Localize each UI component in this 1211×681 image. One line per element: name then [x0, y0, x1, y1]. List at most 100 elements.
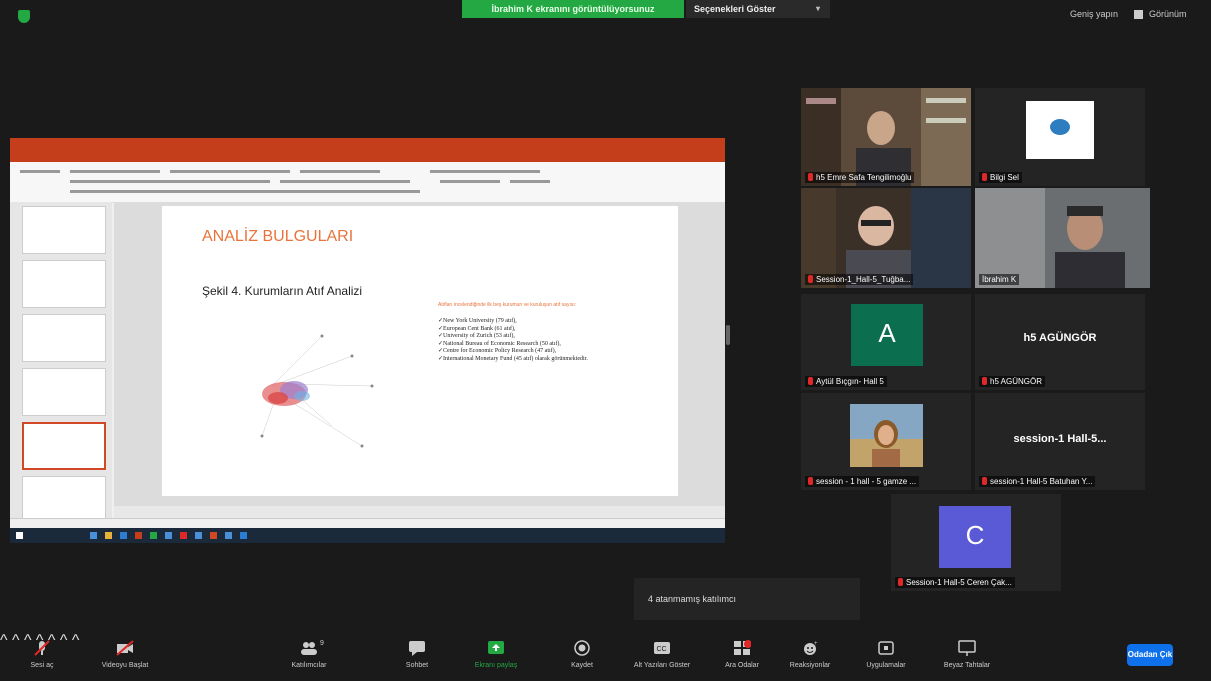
participant-tile[interactable]: h5 AGÜNGÖR h5 AGÜNGÖR	[975, 294, 1145, 390]
slide-bullet-list: New York University (79 atıf), European …	[438, 318, 638, 363]
chat-button[interactable]: Sohbet	[397, 640, 437, 669]
chevron-down-icon: ▾	[815, 4, 820, 13]
taskbar-app-icon	[120, 532, 127, 539]
view-options-label: Seçenekleri Göster	[694, 4, 776, 14]
participant-tile[interactable]: Bilgi Sel	[975, 88, 1145, 186]
windows-taskbar	[10, 528, 725, 543]
closed-captions-icon: CC	[653, 640, 671, 656]
slide-bullet: National Bureau of Economic Research (50…	[438, 341, 638, 349]
record-icon	[573, 640, 591, 656]
captions-label: Alt Yazıları Göster	[633, 662, 691, 669]
unmute-button[interactable]: Sesi aç	[22, 640, 62, 669]
participant-tile[interactable]: h5 Emre Safa Tengilimoğlu	[801, 88, 971, 186]
participants-label: Katılımcılar	[291, 662, 327, 669]
video-off-icon	[116, 640, 134, 656]
participant-name: h5 Emre Safa Tengilimoğlu	[805, 172, 915, 183]
slide-thumbnail[interactable]	[22, 206, 106, 254]
apps-label: Uygulamalar	[866, 662, 906, 669]
splitter-handle[interactable]	[726, 325, 730, 345]
share-screen-label: Ekranı paylaş	[474, 662, 518, 669]
chat-icon	[408, 640, 426, 656]
unassigned-participants-notice[interactable]: 4 atanmamış katılımcı	[634, 578, 860, 620]
chat-label: Sohbet	[405, 662, 429, 669]
taskbar-app-icon	[195, 532, 202, 539]
muted-mic-icon	[808, 173, 813, 181]
participant-tile[interactable]: Session-1_Hall-5_Tuğba...	[801, 188, 971, 288]
slide-thumbnails-panel[interactable]	[10, 202, 112, 524]
taskbar-app-icon	[150, 532, 157, 539]
avatar-letter: A	[878, 318, 896, 348]
participant-tile[interactable]: A Aytül Bıçgın- Hall 5	[801, 294, 971, 390]
participant-display-name: session-1 Hall-5...	[1013, 433, 1107, 445]
whiteboard-button[interactable]: Beyaz Tahtalar	[934, 640, 1000, 669]
apps-button[interactable]: Uygulamalar	[858, 640, 914, 669]
security-shield-icon[interactable]	[18, 10, 30, 23]
reactions-label: Reaksiyonlar	[789, 662, 831, 669]
muted-mic-icon	[33, 640, 51, 656]
participant-name: Bilgi Sel	[979, 172, 1022, 183]
taskbar-app-icon	[105, 532, 112, 539]
bilgi-sel-logo	[1026, 101, 1094, 159]
start-video-label: Videoyu Başlat	[101, 662, 149, 669]
taskbar-app-icon	[225, 532, 232, 539]
muted-mic-icon	[898, 578, 903, 586]
slide-bullet: Centre for Economic Policy Research (47 …	[438, 348, 638, 356]
meeting-toolbar: Sesi aç ^ Videoyu Başlat ^ 9 Katılımcıla…	[0, 632, 1211, 681]
view-mode-button[interactable]: Görünüm	[1149, 9, 1187, 19]
avatar: A	[851, 304, 923, 366]
notes-bar[interactable]	[114, 506, 725, 518]
taskbar-app-icon	[90, 532, 97, 539]
participant-name: Aytül Bıçgın- Hall 5	[805, 376, 887, 387]
whiteboard-options-caret[interactable]: ^	[72, 632, 80, 649]
audio-options-caret[interactable]: ^	[0, 632, 8, 649]
taskbar-app-icon	[165, 532, 172, 539]
participant-video	[975, 188, 1150, 288]
slide-thumbnail[interactable]	[22, 260, 106, 308]
participant-tile[interactable]: session - 1 hall - 5 gamze ...	[801, 393, 971, 490]
powerpoint-titlebar	[10, 138, 725, 152]
taskbar-app-icon	[180, 532, 187, 539]
reactions-icon: +	[801, 640, 819, 656]
slide-thumbnail[interactable]	[22, 476, 106, 524]
participant-name: session-1 Hall-5 Batuhan Y...	[979, 476, 1096, 487]
slide-title: ANALİZ BULGULARI	[202, 228, 354, 245]
taskbar-app-icon	[210, 532, 217, 539]
participant-tile[interactable]: C Session-1 Hall-5 Ceren Çak...	[891, 494, 1061, 591]
muted-mic-icon	[808, 477, 813, 485]
grid-view-icon[interactable]	[1134, 10, 1143, 19]
start-video-button[interactable]: Videoyu Başlat	[90, 640, 160, 669]
view-options-dropdown[interactable]: Seçenekleri Göster ▾	[686, 0, 830, 18]
participants-count: 9	[320, 640, 324, 647]
reactions-button[interactable]: + Reaksiyonlar	[784, 640, 836, 669]
participant-name: İbrahim K	[979, 274, 1020, 285]
citation-network-graph	[260, 334, 374, 448]
participant-name: Session-1_Hall-5_Tuğba...	[805, 274, 914, 285]
exit-fullscreen-button[interactable]: Geniş yapın	[1070, 9, 1118, 19]
whiteboard-icon	[958, 640, 976, 656]
breakout-rooms-icon	[733, 640, 752, 656]
slide-thumbnail[interactable]	[22, 368, 106, 416]
captions-button[interactable]: CC Alt Yazıları Göster	[618, 640, 706, 669]
logo-emblem-icon	[1050, 119, 1070, 135]
participants-button[interactable]: 9 Katılımcılar	[284, 640, 334, 669]
record-button[interactable]: Kaydet	[562, 640, 602, 669]
slide-thumbnail-selected[interactable]	[22, 422, 106, 470]
slide-thumbnail[interactable]	[22, 314, 106, 362]
share-screen-button[interactable]: Ekranı paylaş	[470, 640, 522, 669]
participant-tile[interactable]: session-1 Hall-5... session-1 Hall-5 Bat…	[975, 393, 1145, 490]
participant-video	[801, 188, 971, 288]
leave-room-button[interactable]: Odadan Çık	[1127, 644, 1173, 666]
slide-bullet: New York University (79 atıf),	[438, 318, 638, 326]
muted-mic-icon	[982, 377, 987, 385]
participant-name: session - 1 hall - 5 gamze ...	[805, 476, 920, 487]
breakout-rooms-button[interactable]: Ara Odalar	[720, 640, 764, 669]
active-speaker-tile[interactable]: İbrahim K	[975, 188, 1150, 288]
video-options-caret[interactable]: ^	[12, 632, 20, 649]
whiteboard-label: Beyaz Tahtalar	[943, 662, 991, 669]
muted-mic-icon	[808, 275, 813, 283]
svg-text:+: +	[814, 641, 818, 647]
screen-share-banner: İbrahim K ekranını görüntülüyorsunuz	[462, 0, 684, 18]
participants-icon: 9	[300, 640, 324, 656]
slide-bullet: European Cent Bank (61 atıf),	[438, 326, 638, 334]
taskbar-app-icon	[240, 532, 247, 539]
